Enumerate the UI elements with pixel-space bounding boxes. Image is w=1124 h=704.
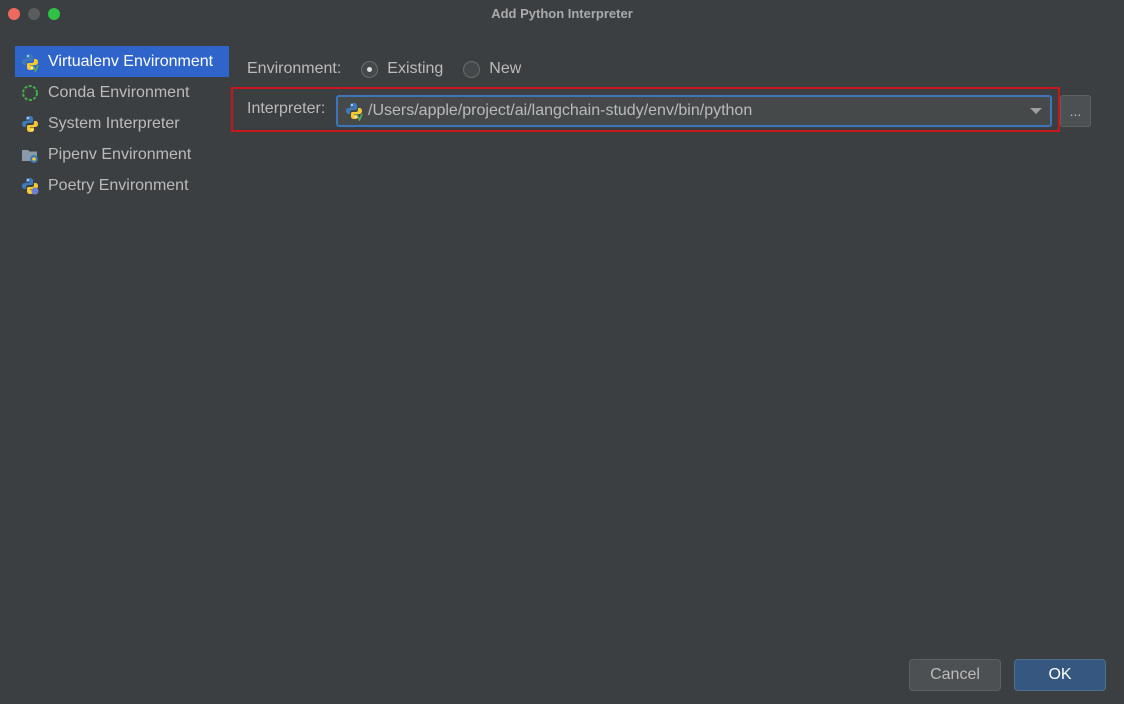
new-radio-label: New xyxy=(489,60,522,77)
interpreter-label: Interpreter: xyxy=(247,100,326,117)
poetry-icon xyxy=(20,176,40,196)
sidebar-item-label: Poetry Environment xyxy=(48,176,189,194)
sidebar-item-pipenv[interactable]: Pipenv Environment xyxy=(15,139,229,170)
title-bar: Add Python Interpreter xyxy=(0,0,1124,28)
sidebar-item-label: Pipenv Environment xyxy=(48,145,192,163)
browse-interpreter-button[interactable]: ... xyxy=(1060,95,1091,127)
sidebar-item-conda[interactable]: Conda Environment xyxy=(15,77,229,108)
radio-unchecked-icon[interactable] xyxy=(463,60,481,78)
python-virtualenv-icon xyxy=(344,101,364,121)
python-icon xyxy=(20,114,40,134)
cancel-button[interactable]: Cancel xyxy=(909,659,1001,691)
sidebar-item-virtualenv[interactable]: Virtualenv Environment xyxy=(15,46,229,77)
environment-row: Environment: Existing New xyxy=(247,58,541,80)
conda-icon xyxy=(20,83,40,103)
radio-checked-icon[interactable] xyxy=(361,60,379,78)
existing-radio[interactable]: Existing xyxy=(361,60,443,78)
chevron-down-icon[interactable] xyxy=(1030,108,1042,114)
sidebar-item-system-interpreter[interactable]: System Interpreter xyxy=(15,108,229,139)
environment-label: Environment: xyxy=(247,60,342,77)
interpreter-dropdown[interactable]: /Users/apple/project/ai/langchain-study/… xyxy=(336,95,1052,127)
sidebar-item-label: Virtualenv Environment xyxy=(48,52,214,70)
sidebar-item-label: Conda Environment xyxy=(48,83,190,101)
sidebar-item-label: System Interpreter xyxy=(48,114,180,132)
interpreter-path-value: /Users/apple/project/ai/langchain-study/… xyxy=(368,102,753,119)
new-radio[interactable]: New xyxy=(463,60,521,78)
ok-button[interactable]: OK xyxy=(1014,659,1106,691)
window-title: Add Python Interpreter xyxy=(491,6,633,21)
existing-radio-label: Existing xyxy=(387,60,444,77)
python-virtualenv-icon xyxy=(20,52,40,72)
pipenv-icon xyxy=(20,145,40,165)
environment-type-list: Virtualenv Environment Conda Environment… xyxy=(15,46,229,201)
dialog-window: Add Python Interpreter Virtualenv Enviro… xyxy=(0,0,1124,704)
sidebar-item-poetry[interactable]: Poetry Environment xyxy=(15,170,229,201)
